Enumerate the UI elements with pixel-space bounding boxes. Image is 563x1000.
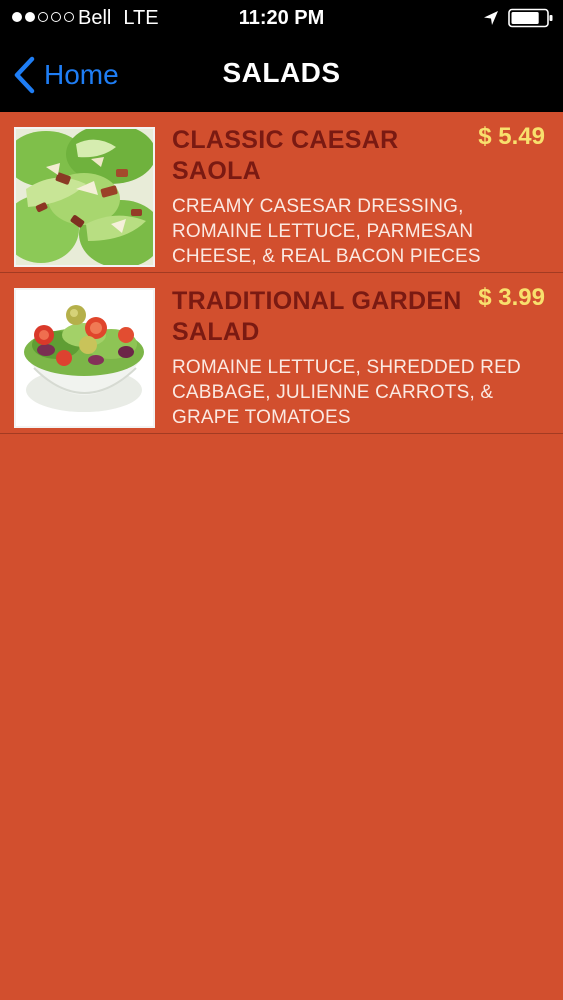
item-name: CLASSIC CAESAR SAOLA <box>172 126 399 185</box>
caesar-salad-photo <box>16 129 153 265</box>
navigation-bar: Home SALADS <box>0 36 563 112</box>
garden-salad-image <box>14 288 155 428</box>
page-title: SALADS <box>222 57 341 88</box>
battery-icon <box>508 8 553 28</box>
menu-list: CLASSIC CAESAR SAOLA $ 5.49 CREAMY CASES… <box>0 112 563 434</box>
item-name: TRADITIONAL GARDEN SALAD <box>172 287 462 346</box>
item-description: ROMAINE LETTUCE, SHREDDED RED CABBAGE, J… <box>172 357 521 428</box>
menu-item-traditional-garden[interactable]: TRADITIONAL GARDEN SALAD $ 3.99 ROMAINE … <box>0 273 563 434</box>
menu-item-classic-caesar[interactable]: CLASSIC CAESAR SAOLA $ 5.49 CREAMY CASES… <box>0 112 563 273</box>
garden-salad-photo <box>16 290 153 426</box>
status-bar: Bell LTE 11:20 PM <box>0 0 563 36</box>
item-price: $ 3.99 <box>478 284 545 311</box>
location-arrow-icon <box>484 11 498 25</box>
item-description: CREAMY CASESAR DRESSING, ROMAINE LETTUCE… <box>172 196 481 267</box>
status-time: 11:20 PM <box>238 7 325 29</box>
top-bar: Bell LTE 11:20 PM Home SALADS <box>0 0 563 112</box>
item-price: $ 5.49 <box>478 123 545 150</box>
caesar-salad-image <box>14 127 155 267</box>
